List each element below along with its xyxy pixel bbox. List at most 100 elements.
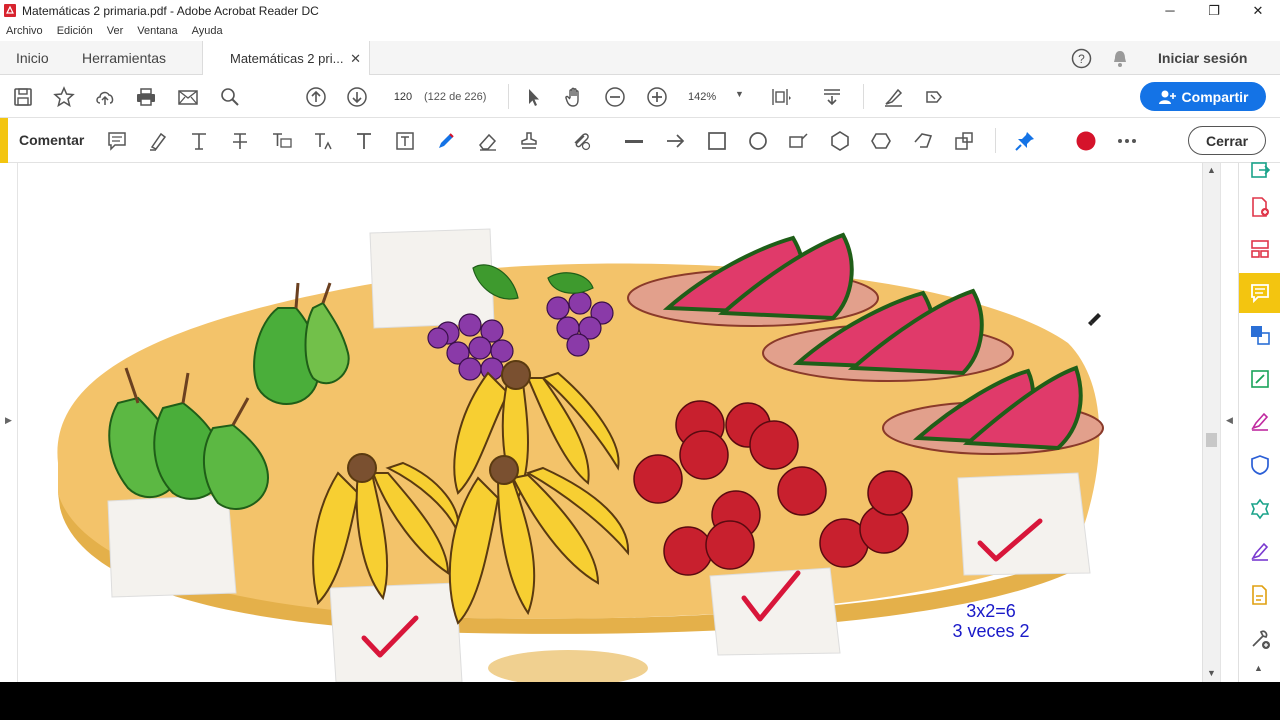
comment-accent-bar — [0, 118, 8, 163]
scrollbar-thumb[interactable] — [1206, 433, 1217, 447]
select-cursor-icon[interactable] — [521, 85, 545, 109]
hand-pan-icon[interactable] — [562, 85, 586, 109]
replace-text-icon[interactable] — [270, 129, 294, 153]
restore-button[interactable]: ❐ — [1192, 0, 1236, 21]
tab-document[interactable]: Matemáticas 2 pri... ✕ — [202, 41, 370, 76]
menu-ayuda[interactable]: Ayuda — [192, 25, 223, 37]
line-tool-icon[interactable] — [622, 129, 646, 153]
scroll-up-arrow-icon[interactable]: ▲ — [1207, 165, 1216, 175]
text-callout-icon[interactable] — [787, 129, 811, 153]
left-panel-toggle[interactable]: ▶ — [0, 163, 18, 682]
attach-file-icon[interactable] — [569, 129, 593, 153]
zoom-out-icon[interactable] — [603, 85, 627, 109]
more-tools-icon[interactable] — [1248, 627, 1272, 651]
send-for-signature-icon[interactable] — [1248, 539, 1272, 563]
window-title: Matemáticas 2 primaria.pdf - Adobe Acrob… — [22, 3, 319, 18]
collapse-right-panel-icon[interactable]: ◀ — [1226, 415, 1233, 426]
bookmark-star-icon[interactable] — [52, 85, 76, 109]
sticky-note-icon[interactable] — [105, 129, 129, 153]
title-bar: Matemáticas 2 primaria.pdf - Adobe Acrob… — [0, 0, 1280, 21]
strikethrough-text-icon[interactable] — [228, 129, 252, 153]
expand-left-panel-icon[interactable]: ▶ — [5, 415, 12, 426]
notifications-bell-icon[interactable] — [1111, 49, 1129, 73]
rectangle-tool-icon[interactable] — [705, 129, 729, 153]
handwritten-annotation-line2: 3 veces 2 — [952, 621, 1030, 641]
zoom-in-icon[interactable] — [645, 85, 669, 109]
oval-tool-icon[interactable] — [746, 129, 770, 153]
tab-document-label: Matemáticas 2 pri... — [230, 51, 344, 66]
tools-pane: ▲ — [1238, 162, 1280, 682]
page-count-label: (122 de 226) — [424, 91, 487, 103]
save-icon[interactable] — [11, 85, 35, 109]
share-file-icon[interactable] — [1248, 583, 1272, 607]
more-options-icon[interactable] — [1115, 129, 1139, 153]
menu-bar: Archivo Edición Ver Ventana Ayuda — [0, 21, 1280, 41]
scroll-down-arrow-icon[interactable]: ▼ — [1207, 668, 1216, 678]
minimize-button[interactable]: ─ — [1148, 0, 1192, 21]
next-page-icon[interactable] — [345, 85, 369, 109]
protect-shield-icon[interactable] — [1248, 453, 1272, 477]
color-picker-icon[interactable] — [1074, 129, 1098, 153]
menu-edicion[interactable]: Edición — [57, 25, 93, 37]
close-comment-button[interactable]: Cerrar — [1188, 126, 1266, 155]
tab-inicio[interactable]: Inicio — [16, 41, 49, 75]
enhance-scans-icon[interactable] — [1248, 497, 1272, 521]
pin-keep-tool-icon[interactable] — [1013, 129, 1037, 153]
zoom-level-select[interactable]: 142% — [688, 88, 716, 106]
underline-text-icon[interactable] — [187, 129, 211, 153]
share-button[interactable]: Compartir — [1140, 82, 1266, 111]
right-panel-toggle[interactable]: ◀ — [1220, 163, 1238, 682]
tab-bar: Inicio Herramientas Matemáticas 2 pri...… — [0, 41, 1280, 76]
add-user-icon — [1158, 90, 1176, 104]
bottom-black-bar — [0, 682, 1280, 720]
stamp-icon[interactable] — [517, 129, 541, 153]
print-icon[interactable] — [134, 85, 158, 109]
sign-in-link[interactable]: Iniciar sesión — [1158, 41, 1247, 75]
pdf-page[interactable]: 3x2=6 3 veces 2 — [18, 163, 1202, 682]
panel-scroll-up-icon[interactable]: ▲ — [1254, 663, 1263, 673]
upload-cloud-icon[interactable] — [93, 85, 117, 109]
share-button-label: Compartir — [1181, 88, 1249, 105]
comment-pane-icon[interactable] — [1239, 273, 1280, 313]
insert-text-icon[interactable] — [311, 129, 335, 153]
add-text-icon[interactable] — [352, 129, 376, 153]
highlight-text-icon[interactable] — [146, 129, 170, 153]
tab-herramientas[interactable]: Herramientas — [82, 41, 166, 75]
export-pdf-icon[interactable] — [1248, 159, 1272, 183]
search-zoom-icon[interactable] — [218, 85, 242, 109]
menu-ver[interactable]: Ver — [107, 25, 124, 37]
draw-pencil-icon[interactable] — [434, 129, 458, 153]
menu-ventana[interactable]: Ventana — [137, 25, 177, 37]
polygonal-line-icon[interactable] — [911, 129, 935, 153]
pencil-shapes-icon[interactable] — [952, 129, 976, 153]
pen-cursor-icon — [1088, 313, 1101, 326]
email-icon[interactable] — [176, 85, 200, 109]
toolbar-divider — [863, 84, 864, 109]
translate-pdf-icon[interactable] — [1248, 323, 1272, 347]
polygon-tool-icon[interactable] — [828, 129, 852, 153]
page-number-input[interactable]: 120 — [386, 88, 420, 106]
fill-and-sign-icon[interactable] — [1248, 409, 1272, 433]
arrow-tool-icon[interactable] — [664, 129, 688, 153]
create-pdf-icon[interactable] — [1248, 195, 1272, 219]
close-tab-icon[interactable]: ✕ — [350, 51, 361, 67]
comment-toolbar: Comentar ▼ ▼ — [0, 118, 1280, 262]
svg-text:?: ? — [1078, 52, 1085, 66]
text-box-icon[interactable] — [393, 129, 417, 153]
cloud-tool-icon[interactable] — [869, 129, 893, 153]
vertical-scrollbar[interactable]: ▲ ▼ — [1202, 163, 1220, 682]
send-for-review-icon[interactable] — [922, 85, 946, 109]
scroll-mode-icon[interactable] — [820, 85, 844, 109]
eraser-icon[interactable] — [476, 129, 500, 153]
previous-page-icon[interactable] — [304, 85, 328, 109]
fill-sign-icon[interactable] — [881, 85, 905, 109]
zoom-dropdown-chevron-icon[interactable]: ▼ — [735, 89, 744, 99]
help-icon[interactable]: ? — [1071, 48, 1092, 74]
close-window-button[interactable]: ✕ — [1236, 0, 1280, 21]
fit-page-icon[interactable] — [768, 85, 792, 109]
edit-pdf-icon[interactable] — [1248, 367, 1272, 391]
organize-pages-icon[interactable] — [1248, 237, 1272, 261]
acrobat-logo-icon — [4, 4, 16, 17]
menu-archivo[interactable]: Archivo — [6, 25, 43, 37]
toolbar-divider — [508, 84, 509, 109]
